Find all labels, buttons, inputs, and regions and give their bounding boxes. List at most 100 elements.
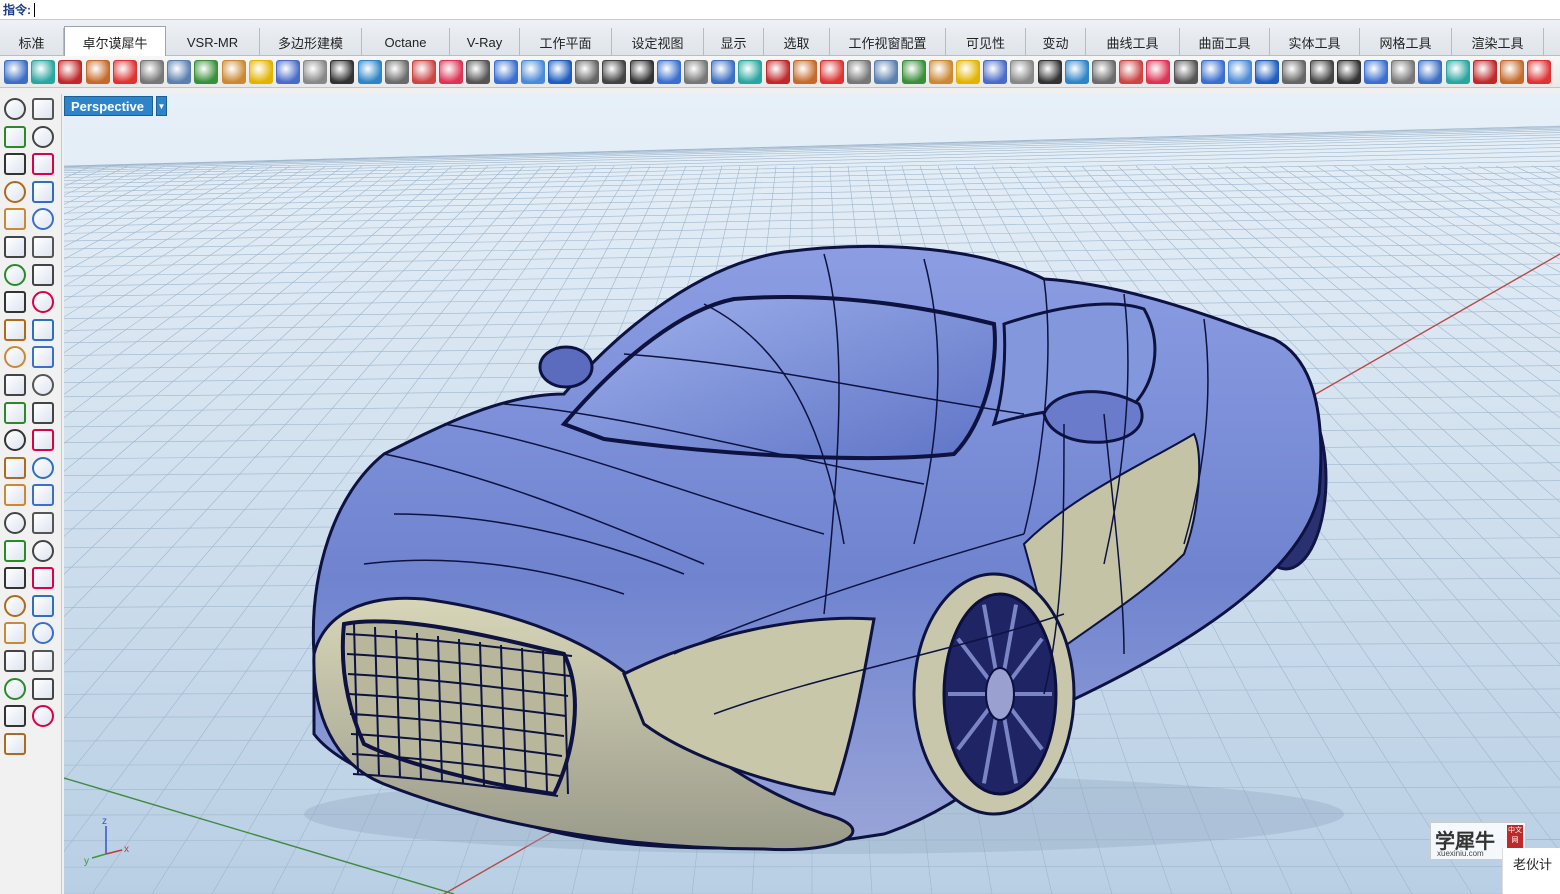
check-icon[interactable] (32, 539, 54, 562)
diamond-icon[interactable] (439, 60, 464, 84)
lens-icon[interactable] (4, 567, 26, 590)
box-icon[interactable] (4, 263, 26, 286)
cube-icon[interactable] (656, 60, 681, 84)
tab-10[interactable]: 工作视窗配置 (830, 28, 946, 56)
rainbow-icon[interactable] (248, 60, 273, 84)
viewport-title[interactable]: Perspective (64, 96, 153, 116)
slash-icon[interactable] (874, 60, 899, 84)
plane-icon[interactable] (276, 60, 300, 84)
viewport-dropdown-icon[interactable]: ▼ (156, 96, 167, 116)
tab-16[interactable]: 网格工具 (1360, 28, 1452, 56)
yellow-square-icon[interactable] (1092, 60, 1116, 84)
frame-icon[interactable] (384, 60, 409, 84)
frame4-icon[interactable] (1472, 60, 1497, 84)
pin-icon[interactable] (1418, 60, 1443, 84)
star-icon[interactable] (4, 732, 26, 755)
move2-icon[interactable] (928, 60, 953, 84)
circle-icon[interactable] (4, 153, 26, 176)
explode2-icon[interactable] (4, 650, 26, 672)
swirl-icon[interactable] (1364, 60, 1388, 84)
spiral-icon[interactable] (1146, 60, 1171, 84)
frame6-icon[interactable] (1527, 60, 1552, 84)
polyline-icon[interactable] (4, 125, 26, 148)
blue-diamond-icon[interactable] (548, 60, 572, 84)
link-icon[interactable] (4, 705, 26, 728)
text-icon[interactable] (4, 429, 26, 452)
tab-12[interactable]: 变动 (1026, 28, 1086, 56)
section-icon[interactable] (32, 484, 54, 507)
sphere-texture-icon[interactable] (85, 60, 110, 84)
ellipse-icon[interactable] (32, 153, 54, 176)
tab-6[interactable]: 工作平面 (520, 28, 612, 56)
tab-15[interactable]: 实体工具 (1270, 28, 1360, 56)
cylinder-icon[interactable] (4, 291, 26, 314)
tab-11[interactable]: 可见性 (946, 28, 1026, 56)
move-icon[interactable] (711, 60, 736, 84)
boolean-icon[interactable] (4, 374, 26, 396)
tab-9[interactable]: 选取 (764, 28, 830, 56)
badge-icon[interactable] (1391, 60, 1416, 84)
fillet-icon[interactable] (4, 208, 26, 231)
transform-icon[interactable] (357, 60, 382, 84)
cube-yellow-icon[interactable] (1200, 60, 1225, 84)
arc-blend-icon[interactable] (32, 401, 54, 424)
tab-1[interactable]: 卓尔谟犀牛 (64, 26, 166, 57)
blend-icon[interactable] (4, 401, 26, 424)
tab-7[interactable]: 设定视图 (612, 28, 704, 56)
points-icon[interactable] (575, 60, 600, 84)
curve-fillet-icon[interactable] (32, 208, 54, 231)
sphere-render-icon[interactable] (4, 677, 26, 700)
extrude-icon[interactable] (32, 236, 54, 258)
curve-icon[interactable] (1228, 60, 1252, 84)
rectangle-icon[interactable] (32, 180, 54, 203)
frame2-icon[interactable] (684, 60, 708, 84)
perspective-viewport[interactable]: Perspective ▼ z x y 学犀牛 xuexiniu.com 中文网… (64, 94, 1560, 894)
command-input[interactable] (34, 2, 35, 17)
tab-4[interactable]: Octane (362, 28, 450, 56)
zigzag-icon[interactable] (956, 60, 980, 84)
select-arrow-icon[interactable] (4, 98, 26, 120)
line-icon[interactable] (32, 346, 54, 369)
light-icon[interactable] (32, 594, 54, 617)
fence-icon[interactable] (32, 705, 54, 728)
ruler-icon[interactable] (1173, 60, 1198, 84)
circle-arc-icon[interactable] (4, 60, 28, 84)
color-bars-icon[interactable] (140, 60, 164, 84)
pencil-icon[interactable] (32, 567, 54, 590)
history-icon[interactable] (32, 456, 54, 479)
point-icon[interactable] (32, 98, 54, 120)
arc-icon[interactable] (1255, 60, 1280, 84)
figure-icon[interactable] (1282, 60, 1307, 84)
nodes-icon[interactable] (792, 60, 817, 84)
rotate-icon[interactable] (466, 60, 491, 84)
tab-3[interactable]: 多边形建模 (260, 28, 362, 56)
tab-13[interactable]: 曲线工具 (1086, 28, 1180, 56)
explode-icon[interactable] (4, 318, 26, 341)
gem-icon[interactable] (1037, 60, 1062, 84)
window-icon[interactable] (738, 60, 763, 84)
join-icon[interactable] (4, 622, 26, 645)
gear-icon[interactable] (303, 60, 328, 84)
frame3-icon[interactable] (1445, 60, 1470, 84)
array-icon[interactable] (4, 456, 26, 479)
red-cross-icon[interactable] (221, 60, 246, 84)
landscape-icon[interactable] (194, 60, 219, 84)
group-icon[interactable] (32, 374, 54, 396)
ball-icon[interactable] (1064, 60, 1089, 84)
arrow-up-icon[interactable] (32, 650, 54, 672)
magnet-icon[interactable] (4, 594, 26, 617)
blue-surface-icon[interactable] (1010, 60, 1035, 84)
tab-0[interactable]: 标准 (0, 28, 64, 56)
hexagon-icon[interactable] (629, 60, 654, 84)
boxes-icon[interactable] (820, 60, 844, 84)
solid-icon[interactable] (4, 484, 26, 507)
tab-17[interactable]: 渲染工具 (1452, 28, 1544, 56)
blue-box-icon[interactable] (1309, 60, 1334, 84)
grid-array-icon[interactable] (4, 512, 26, 534)
surface-edit-icon[interactable] (32, 291, 54, 314)
tab-5[interactable]: V-Ray (450, 28, 520, 56)
paper-icon[interactable] (32, 677, 54, 700)
tab-2[interactable]: VSR-MR (166, 28, 260, 56)
tab-8[interactable]: 显示 (704, 28, 764, 56)
dimension-icon[interactable] (32, 429, 54, 452)
